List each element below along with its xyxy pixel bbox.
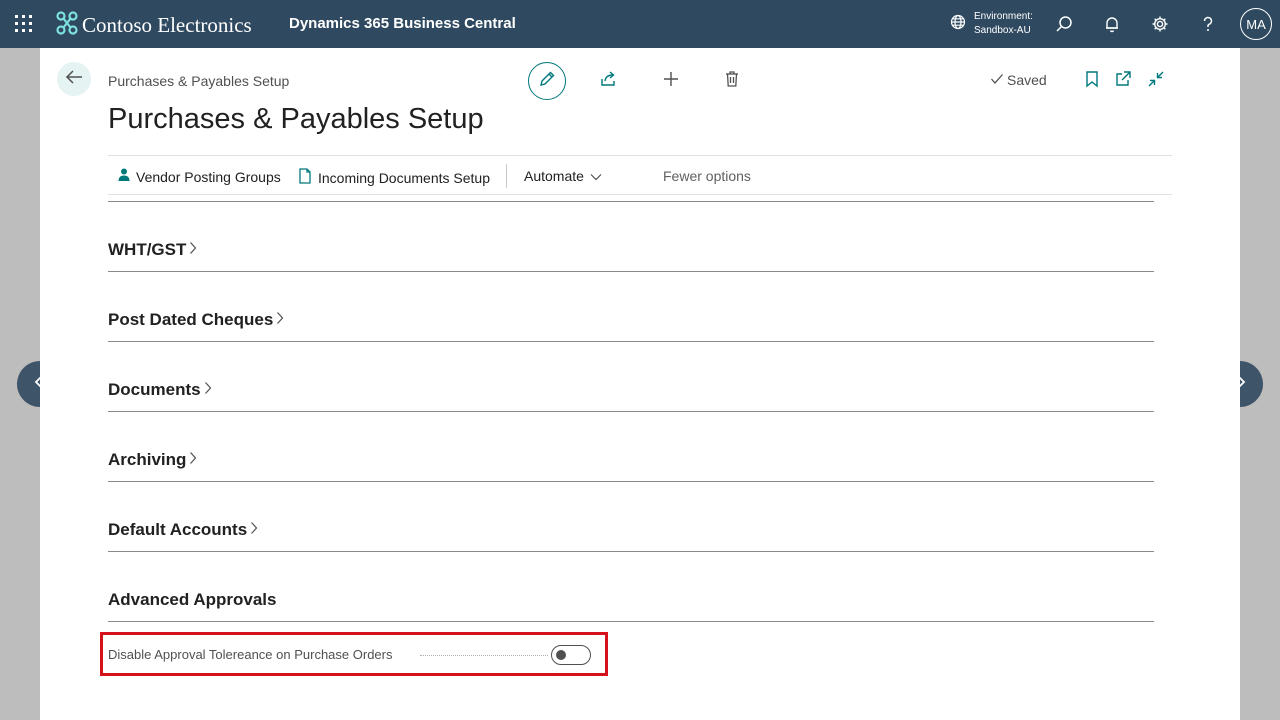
section-documents[interactable]: Documents [108, 380, 1154, 412]
collapse-button[interactable] [1137, 62, 1175, 100]
new-button[interactable] [652, 62, 690, 100]
section-title: Post Dated Cheques [108, 310, 274, 329]
edit-button[interactable] [528, 62, 566, 100]
chevron-right-icon [189, 240, 197, 260]
delete-icon [723, 70, 741, 93]
saved-label: Saved [1007, 72, 1047, 88]
section-archiving[interactable]: Archiving [108, 450, 1154, 482]
section-divider [108, 201, 1154, 202]
share-icon [599, 70, 617, 93]
delete-button[interactable] [713, 62, 751, 100]
collapse-icon [1147, 70, 1165, 93]
share-button[interactable] [589, 62, 627, 100]
environment-value: Sandbox-AU [974, 25, 1031, 36]
edit-icon [538, 70, 556, 93]
section-default-accounts[interactable]: Default Accounts [108, 520, 1154, 552]
fewer-options-button[interactable]: Fewer options [663, 168, 751, 184]
contoso-logo-icon [56, 11, 78, 40]
breadcrumb: Purchases & Payables Setup [108, 73, 290, 89]
page-panel: Purchases & Payables Setup Saved Purchas… [40, 48, 1240, 720]
toggle-knob [556, 650, 566, 660]
section-wht-gst[interactable]: WHT/GST [108, 240, 1154, 272]
back-button[interactable] [57, 62, 91, 96]
document-icon [298, 168, 312, 187]
section-title: Advanced Approvals [108, 590, 277, 609]
waffle-icon[interactable] [14, 14, 34, 34]
help-icon[interactable] [1197, 13, 1219, 35]
disable-approval-tolerance-field: Disable Approval Tolereance on Purchase … [100, 632, 608, 676]
incoming-documents-setup-action[interactable]: Incoming Documents Setup [298, 168, 490, 187]
section-advanced-approvals[interactable]: Advanced Approvals [108, 590, 1154, 622]
action-bar: Vendor Posting Groups Incoming Documents… [108, 155, 1172, 195]
arrow-left-icon [65, 69, 83, 90]
vendor-posting-groups-label: Vendor Posting Groups [136, 168, 281, 185]
brand-name: Contoso Electronics [82, 13, 252, 37]
chevron-down-icon [590, 168, 602, 184]
disable-approval-tolerance-toggle[interactable] [551, 645, 591, 665]
section-title: WHT/GST [108, 240, 187, 259]
action-bar-divider [506, 164, 507, 188]
product-name[interactable]: Dynamics 365 Business Central [289, 15, 516, 32]
automate-label: Automate [524, 168, 584, 184]
section-post-dated-cheques[interactable]: Post Dated Cheques [108, 310, 1154, 342]
chevron-right-icon [250, 520, 258, 540]
check-icon [990, 72, 1004, 88]
environment-label: Environment: [974, 11, 1033, 22]
avatar[interactable]: MA [1240, 8, 1272, 40]
page-title: Purchases & Payables Setup [108, 103, 484, 135]
top-bar: Contoso Electronics Dynamics 365 Busines… [0, 0, 1280, 48]
saved-status: Saved [990, 72, 1047, 88]
environment-globe-icon [950, 14, 966, 35]
section-title: Documents [108, 380, 201, 399]
section-title: Default Accounts [108, 520, 248, 539]
incoming-documents-setup-label: Incoming Documents Setup [318, 169, 490, 186]
bell-icon[interactable] [1101, 13, 1123, 35]
chevron-right-icon [276, 310, 284, 330]
brand[interactable]: Contoso Electronics [56, 11, 252, 40]
person-icon [118, 168, 130, 185]
field-label: Disable Approval Tolereance on Purchase … [108, 647, 393, 662]
bookmark-icon [1085, 70, 1099, 93]
automate-menu[interactable]: Automate [524, 168, 602, 184]
search-icon[interactable] [1053, 13, 1075, 35]
section-title: Archiving [108, 450, 187, 469]
add-icon [662, 70, 680, 93]
chevron-right-icon [189, 450, 197, 470]
open-new-window-icon [1114, 70, 1132, 93]
environment-switcher[interactable]: Environment: Sandbox-AU [950, 10, 1033, 38]
gear-icon[interactable] [1149, 13, 1171, 35]
vendor-posting-groups-action[interactable]: Vendor Posting Groups [118, 168, 281, 185]
field-leader-dots [420, 655, 548, 656]
chevron-right-icon [204, 380, 212, 400]
